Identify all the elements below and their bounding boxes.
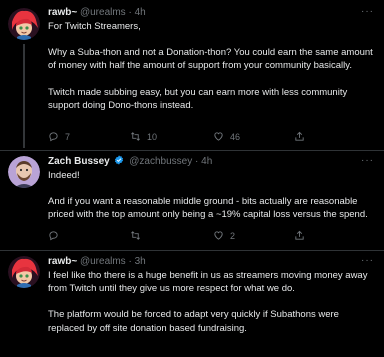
tweet-paragraph: Why a Suba-thon and not a Donation-thon?… <box>48 47 376 72</box>
retweet-button[interactable]: 10 <box>130 130 157 144</box>
header-separator: · <box>128 7 132 18</box>
avatar-rawb-image <box>8 256 40 288</box>
thread-connector-line <box>23 44 25 148</box>
tweet-timestamp[interactable]: 3h <box>135 256 146 267</box>
share-icon <box>295 131 304 141</box>
like-count: 46 <box>230 132 241 142</box>
avatar-zach-bussey[interactable] <box>8 156 40 188</box>
tweet-text: I feel like tho there is a huge benefit … <box>48 269 378 335</box>
tweet-3[interactable]: rawb~ @urealms · 3h ··· I feel like tho … <box>0 251 384 357</box>
share-button[interactable] <box>294 130 311 144</box>
reply-button[interactable]: 7 <box>48 130 70 144</box>
retweet-icon <box>131 231 140 240</box>
tweet-1[interactable]: rawb~ @urealms · 4h ··· For Twitch Strea… <box>0 0 384 154</box>
heart-icon <box>214 132 223 141</box>
avatar-rawb[interactable] <box>8 8 40 40</box>
tweet-actions: 2 <box>48 229 378 243</box>
header-separator: · <box>195 156 199 167</box>
heart-icon <box>214 231 223 240</box>
tweet-paragraph: For Twitch Streamers, <box>48 21 141 32</box>
tweet-thread: rawb~ @urealms · 4h ··· For Twitch Strea… <box>0 0 384 357</box>
retweet-icon <box>131 132 140 141</box>
share-icon <box>295 230 304 240</box>
avatar-zach-bussey-image <box>8 156 40 188</box>
more-options-icon[interactable]: ··· <box>361 154 374 168</box>
retweet-count: 10 <box>147 132 158 142</box>
tweet-paragraph: Twitch made subbing easy, but you can ea… <box>48 86 350 111</box>
display-name[interactable]: rawb~ <box>48 7 77 18</box>
like-button[interactable]: 2 <box>213 229 235 243</box>
tweet-actions: 7 10 46 <box>48 130 378 144</box>
reply-button[interactable] <box>48 229 65 243</box>
like-count: 2 <box>230 231 236 241</box>
share-button[interactable] <box>294 229 311 243</box>
user-handle[interactable]: @urealms <box>80 256 126 267</box>
tweet-header: rawb~ @urealms · 4h <box>48 6 146 20</box>
verified-badge-icon <box>115 155 124 165</box>
tweet-2[interactable]: Zach Bussey @zachbussey · 4h ··· Indeed!… <box>0 151 384 250</box>
avatar-rawb[interactable] <box>8 256 40 288</box>
tweet-paragraph: The platform would be forced to adapt ve… <box>48 309 342 334</box>
retweet-button[interactable] <box>130 229 147 243</box>
reply-icon <box>49 231 58 241</box>
user-handle[interactable]: @zachbussey <box>129 156 192 167</box>
display-name[interactable]: rawb~ <box>48 256 77 267</box>
tweet-timestamp[interactable]: 4h <box>135 7 146 18</box>
tweet-paragraph: I feel like tho there is a huge benefit … <box>48 270 371 295</box>
display-name[interactable]: Zach Bussey <box>48 156 110 167</box>
more-options-icon[interactable]: ··· <box>361 254 374 268</box>
tweet-paragraph: Indeed! <box>48 170 80 181</box>
tweet-text: For Twitch Streamers, Why a Suba-thon an… <box>48 20 378 112</box>
tweet-paragraph: And if you want a reasonable middle grou… <box>48 196 368 221</box>
reply-icon <box>49 132 58 142</box>
avatar-rawb-image <box>8 8 40 40</box>
tweet-header: rawb~ @urealms · 3h <box>48 255 146 269</box>
reply-count: 7 <box>65 132 71 142</box>
tweet-header: Zach Bussey @zachbussey · 4h <box>48 155 212 169</box>
more-options-icon[interactable]: ··· <box>361 5 374 19</box>
tweet-text: Indeed! And if you want a reasonable mid… <box>48 169 378 222</box>
tweet-timestamp[interactable]: 4h <box>201 156 212 167</box>
user-handle[interactable]: @urealms <box>80 7 126 18</box>
like-button[interactable]: 46 <box>213 130 240 144</box>
header-separator: · <box>128 256 132 267</box>
